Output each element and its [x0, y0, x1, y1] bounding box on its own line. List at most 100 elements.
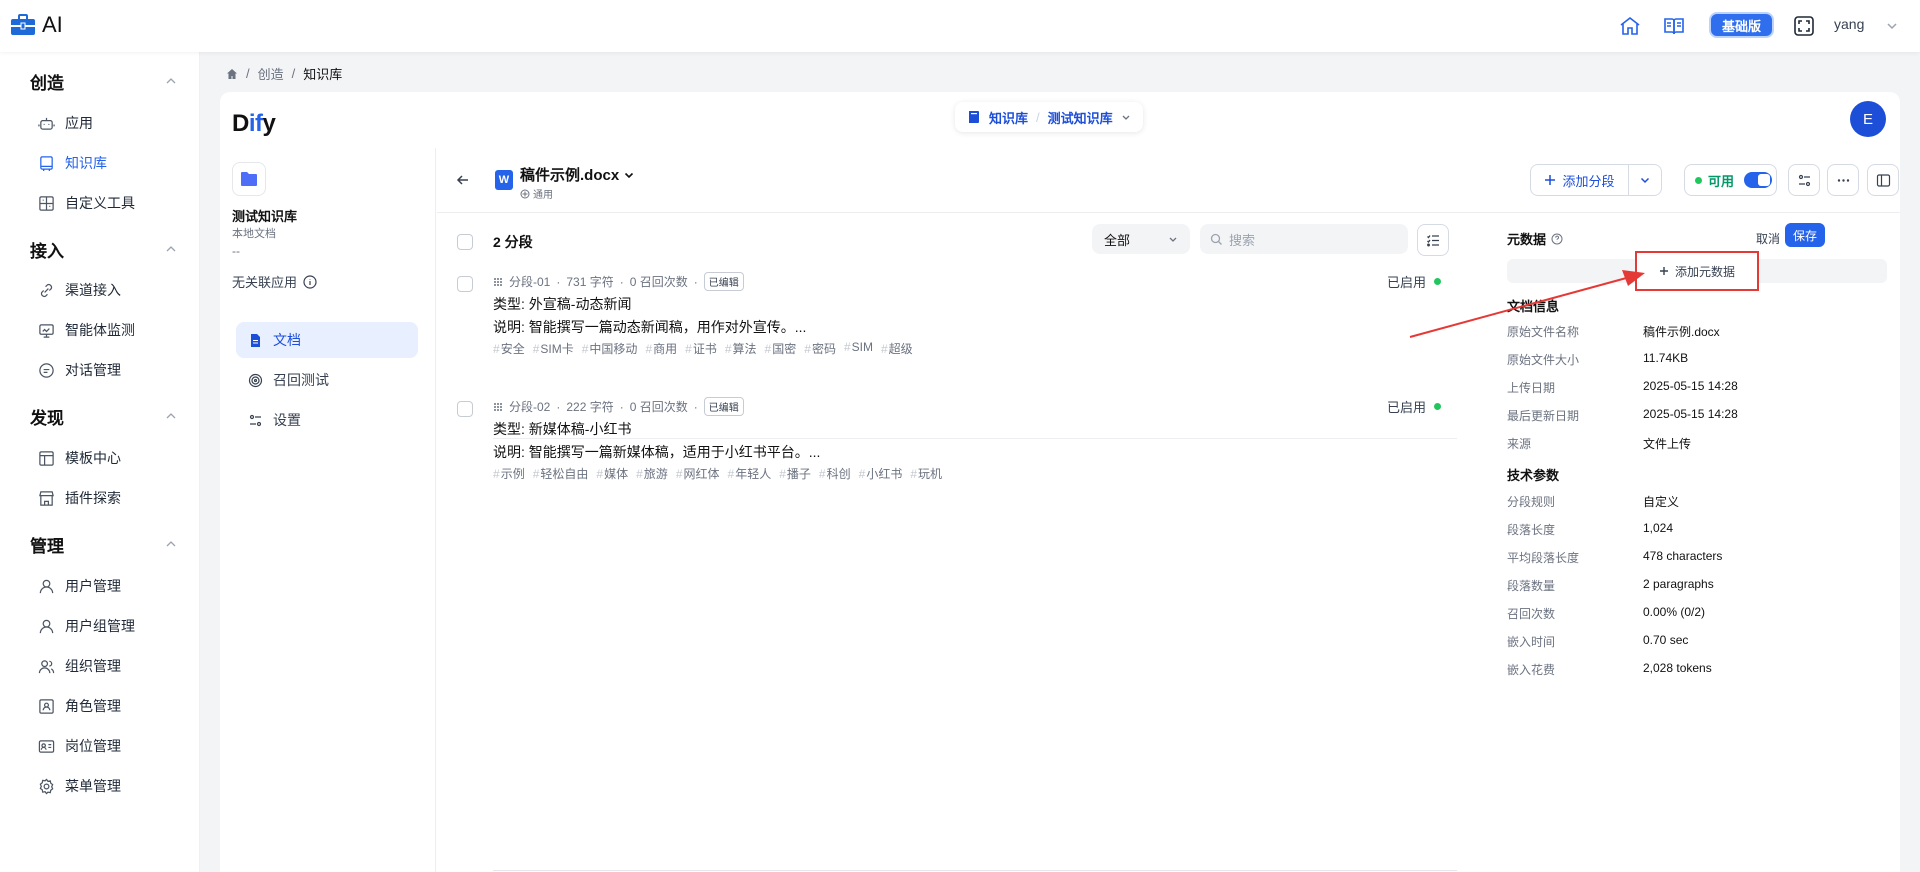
- store-icon: [39, 490, 54, 506]
- chevron-down-icon: [1169, 237, 1177, 242]
- dataset-nav-retrieval-test[interactable]: 召回测试: [236, 362, 418, 398]
- sidebar-item-positions[interactable]: 岗位管理: [38, 735, 121, 757]
- segment-card[interactable]: 分段-01 · 731 字符 · 0 召回次数 · 已编辑 类型: 外宣稿-动态新闻 …: [437, 272, 1457, 402]
- availability-label: 可用: [1708, 173, 1735, 189]
- keyword: 国密: [765, 340, 796, 357]
- main-area: / 创造 / 知识库 Dify 知识库 / 测试知识库 E 测试知识库 本地文档…: [200, 52, 1920, 872]
- help-icon[interactable]: [1551, 233, 1563, 245]
- dataset-nav-settings[interactable]: 设置: [236, 402, 418, 438]
- segment-status: 已启用: [1387, 397, 1442, 416]
- sidebar-item-custom-tools[interactable]: 自定义工具: [38, 192, 135, 214]
- status-filter[interactable]: 全部: [1092, 224, 1190, 254]
- dify-logo[interactable]: Dify: [232, 110, 276, 138]
- document-header: W 稿件示例.docx 通用 添加分段 可用: [437, 148, 1900, 213]
- availability-toggle[interactable]: 可用: [1684, 164, 1777, 196]
- chevron-up-icon[interactable]: [164, 537, 178, 551]
- cancel-button[interactable]: 取消: [1756, 230, 1780, 247]
- doc-info-row: 最后更新日期 2025-05-15 14:28: [1507, 407, 1887, 424]
- chevron-down-icon[interactable]: [623, 169, 635, 181]
- document-icon: [251, 333, 260, 347]
- arrow-left-icon[interactable]: [455, 172, 471, 188]
- segment-checkbox[interactable]: [457, 401, 473, 417]
- brand[interactable]: AI: [10, 12, 63, 38]
- chevron-down-icon[interactable]: [1121, 112, 1131, 122]
- sidebar-item-monitor[interactable]: 智能体监测: [38, 319, 135, 341]
- sidebar-item-user-groups[interactable]: 用户组管理: [38, 615, 135, 637]
- sidebar-section-create[interactable]: 创造: [30, 69, 64, 94]
- tech-row: 嵌入时间 0.70 sec: [1507, 633, 1887, 650]
- keyword: 小红书: [859, 465, 902, 482]
- chevron-up-icon[interactable]: [164, 74, 178, 88]
- info-icon[interactable]: [303, 274, 317, 289]
- sidebar-section-manage[interactable]: 管理: [30, 532, 64, 557]
- segment-settings-button[interactable]: [1788, 164, 1820, 196]
- sidebar-item-plugins[interactable]: 插件探索: [38, 487, 121, 509]
- segment-id: 分段-02: [509, 400, 551, 414]
- info-key: 原始文件大小: [1507, 353, 1580, 367]
- top-bar: AI 基础版 yang: [0, 0, 1920, 52]
- fullscreen-icon[interactable]: [1792, 14, 1816, 38]
- chevron-up-icon[interactable]: [164, 409, 178, 423]
- switcher-right[interactable]: 测试知识库: [1048, 108, 1113, 127]
- tech-key: 段落长度: [1507, 523, 1556, 537]
- segment-id: 分段-01: [509, 275, 551, 289]
- monitor-icon: [39, 323, 54, 338]
- breadcrumb-item[interactable]: 创造: [258, 64, 284, 83]
- segment-keywords: 安全 SIM卡 中国移动 商用 证书 算法 国密 密码 SIM 超级: [493, 340, 913, 357]
- nav-label: 召回测试: [273, 372, 329, 388]
- username[interactable]: yang: [1834, 16, 1864, 32]
- tech-row: 分段规则 自定义: [1507, 493, 1887, 510]
- sidebar-item-conversations[interactable]: 对话管理: [38, 359, 121, 381]
- add-segment-button[interactable]: 添加分段: [1530, 164, 1662, 196]
- add-segment-dropdown[interactable]: [1629, 174, 1661, 186]
- toggle-panel-button[interactable]: [1867, 164, 1899, 196]
- search-input[interactable]: 搜索: [1200, 224, 1408, 254]
- info-value: 文件上传: [1643, 437, 1692, 451]
- home-icon[interactable]: [1618, 14, 1642, 38]
- toggle-switch[interactable]: [1744, 172, 1773, 188]
- select-all-checkbox[interactable]: [457, 234, 473, 250]
- dataset-switcher[interactable]: 知识库 / 测试知识库: [955, 102, 1143, 132]
- save-button[interactable]: 保存: [1785, 223, 1825, 247]
- sidebar-section-discover[interactable]: 发现: [30, 404, 64, 429]
- add-segment-main[interactable]: 添加分段: [1531, 165, 1629, 195]
- more-button[interactable]: [1827, 164, 1859, 196]
- sidebar-section-access[interactable]: 接入: [30, 237, 64, 262]
- segment-count: 2 分段: [493, 234, 533, 250]
- avatar[interactable]: E: [1850, 101, 1886, 137]
- sidebar-item-menus[interactable]: 菜单管理: [38, 775, 121, 797]
- edition-badge[interactable]: 基础版: [1709, 12, 1774, 38]
- book-icon[interactable]: [1662, 14, 1686, 38]
- edited-badge: 已编辑: [703, 397, 744, 416]
- chevron-up-icon[interactable]: [164, 242, 178, 256]
- sidebar-item-label: 岗位管理: [65, 738, 121, 754]
- document-title[interactable]: 稿件示例.docx: [520, 164, 635, 185]
- meta-sep: ·: [619, 274, 624, 289]
- dataset-icon: [232, 162, 266, 196]
- segment-keywords: 示例 轻松自由 媒体 旅游 网红体 年轻人 播子 科创 小红书 玩机: [493, 465, 942, 482]
- search-icon: [1210, 233, 1222, 245]
- switcher-left[interactable]: 知识库: [989, 108, 1028, 127]
- sidebar-item-users[interactable]: 用户管理: [38, 575, 121, 597]
- sidebar-item-templates[interactable]: 模板中心: [38, 447, 121, 469]
- segment-line-1: 类型: 外宣稿-动态新闻: [493, 296, 632, 312]
- sidebar-item-roles[interactable]: 角色管理: [38, 695, 121, 717]
- sidebar-item-orgs[interactable]: 组织管理: [38, 655, 121, 677]
- sidebar-item-apps[interactable]: 应用: [38, 112, 93, 134]
- list-view-button[interactable]: [1417, 224, 1449, 256]
- segment-card[interactable]: 分段-02 · 222 字符 · 0 召回次数 · 已编辑 类型: 新媒体稿-小红书 …: [437, 397, 1457, 527]
- chevron-down-icon: [1640, 177, 1650, 184]
- sidebar-item-label: 自定义工具: [65, 195, 135, 211]
- home-icon[interactable]: [226, 68, 238, 80]
- grip-icon: [494, 402, 502, 411]
- segment-checkbox[interactable]: [457, 276, 473, 292]
- document-content: W 稿件示例.docx 通用 添加分段 可用 2 分段 全部 搜索 分段-01 …: [437, 148, 1900, 872]
- sidebar-item-channel[interactable]: 渠道接入: [38, 279, 121, 301]
- tech-value: 自定义: [1643, 495, 1680, 509]
- no-linked-app: 无关联应用: [232, 272, 317, 291]
- sidebar-item-knowledge[interactable]: 知识库: [38, 152, 107, 174]
- keyword: 网红体: [676, 465, 720, 482]
- chevron-down-icon[interactable]: [1886, 20, 1898, 32]
- dataset-nav-documents[interactable]: 文档: [236, 322, 418, 358]
- add-metadata-button[interactable]: 添加元数据: [1635, 251, 1759, 291]
